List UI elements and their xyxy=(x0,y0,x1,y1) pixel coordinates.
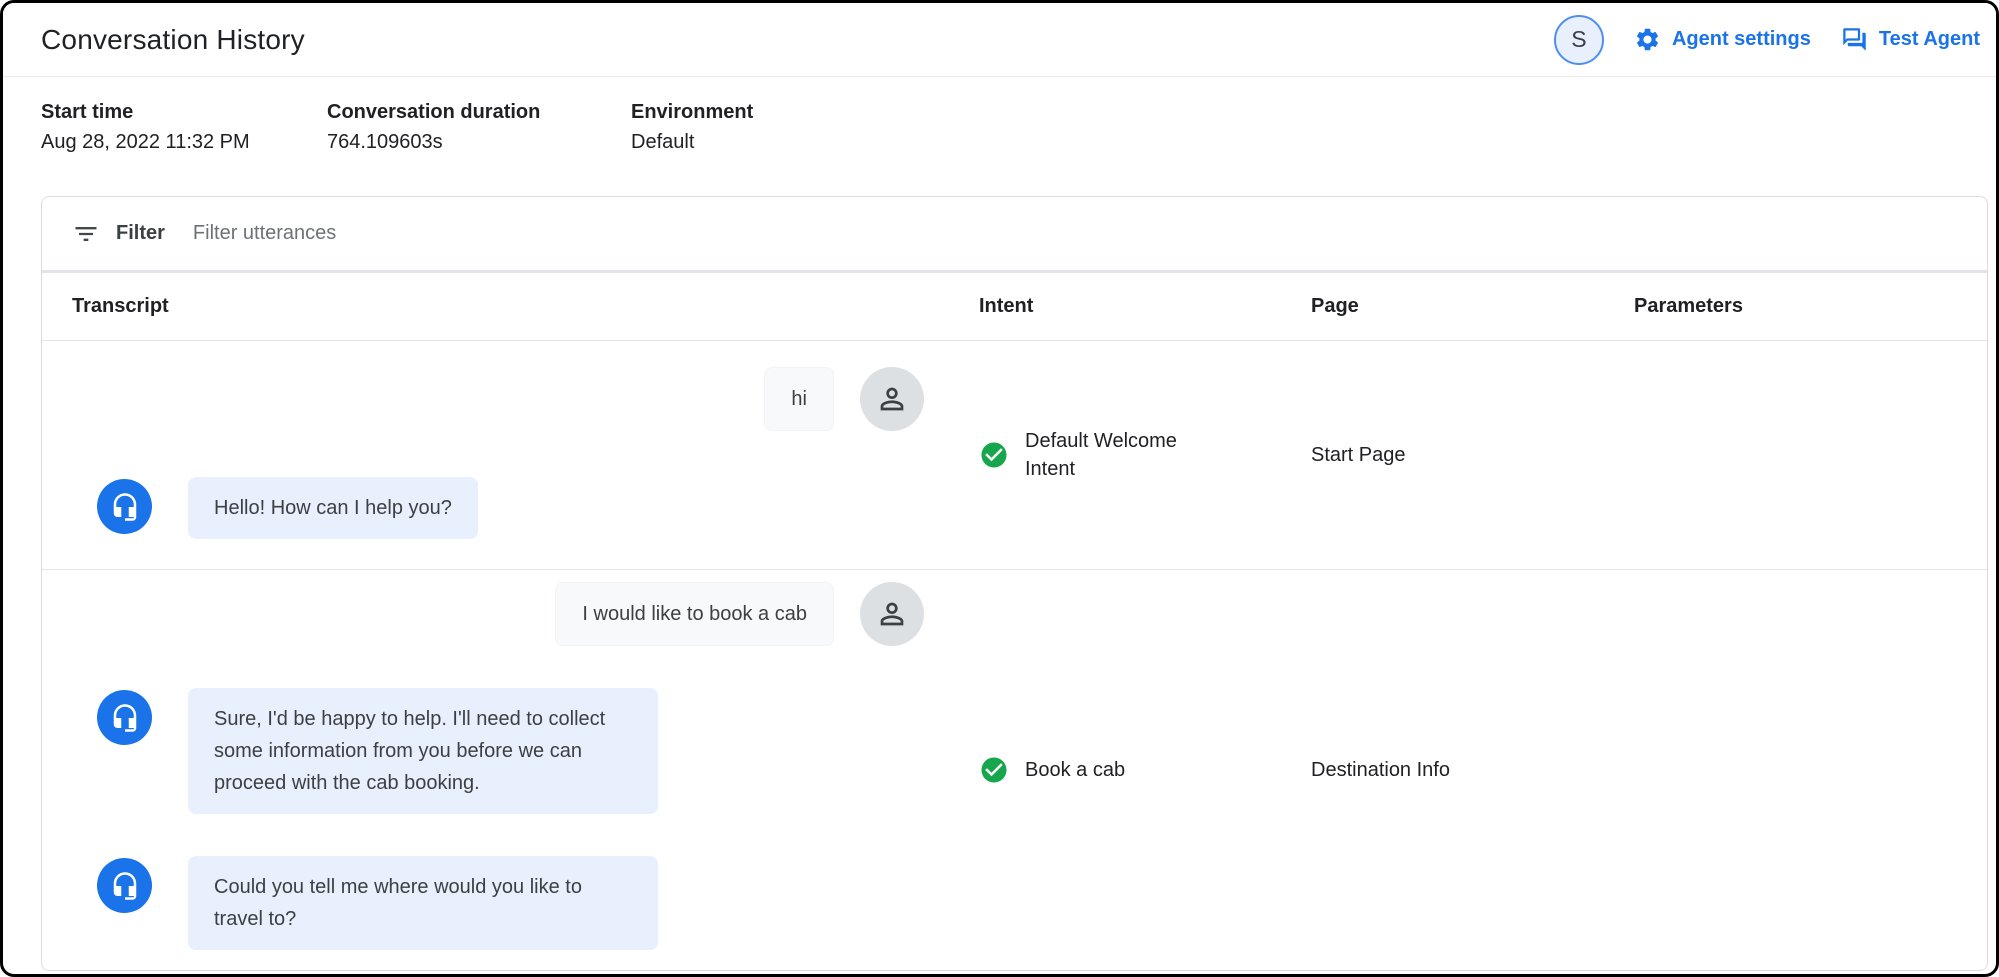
parameters-cell xyxy=(1634,570,1987,970)
meta-value: 764.109603s xyxy=(327,131,631,154)
agent-message-bubble: Sure, I'd be happy to help. I'll need to… xyxy=(188,688,658,814)
column-header-page: Page xyxy=(1311,295,1634,318)
table-header: Transcript Intent Page Parameters xyxy=(42,273,1987,341)
conversation-meta: Start time Aug 28, 2022 11:32 PM Convers… xyxy=(3,77,1996,196)
end-user-avatar xyxy=(860,582,924,646)
user-avatar-label: S xyxy=(1571,26,1586,53)
meta-environment: Environment Default xyxy=(631,101,753,196)
headset-icon xyxy=(110,703,140,733)
virtual-agent-avatar xyxy=(97,858,152,913)
meta-label: Conversation duration xyxy=(327,101,631,124)
meta-value: Default xyxy=(631,131,753,154)
header-actions: S Agent settings Test Agent xyxy=(1554,15,1980,65)
meta-label: Start time xyxy=(41,101,327,124)
user-message: hi xyxy=(72,367,924,431)
column-header-parameters: Parameters xyxy=(1634,295,1987,318)
meta-duration: Conversation duration 764.109603s xyxy=(327,101,631,196)
conversation-card: Filter Transcript Intent Page Parameters… xyxy=(41,196,1988,971)
agent-message-bubble: Hello! How can I help you? xyxy=(188,477,478,539)
filter-label: Filter xyxy=(116,222,165,245)
agent-message: Sure, I'd be happy to help. I'll need to… xyxy=(97,688,924,814)
app-header: Conversation History S Agent settings Te… xyxy=(3,3,1996,77)
page-cell: Destination Info xyxy=(1311,570,1634,970)
intent-label: Book a cab xyxy=(1025,756,1125,784)
meta-value: Aug 28, 2022 11:32 PM xyxy=(41,131,327,154)
meta-start-time: Start time Aug 28, 2022 11:32 PM xyxy=(41,101,327,196)
end-user-avatar xyxy=(860,367,924,431)
column-header-intent: Intent xyxy=(979,295,1311,318)
virtual-agent-avatar xyxy=(97,690,152,745)
check-circle-icon xyxy=(979,440,1009,470)
page-cell: Start Page xyxy=(1311,341,1634,569)
agent-message-bubble: Could you tell me where would you like t… xyxy=(188,856,658,950)
app-window: Conversation History S Agent settings Te… xyxy=(0,0,1999,977)
table-row: I would like to book a cab Sure, I'd be … xyxy=(42,570,1987,971)
filter-icon xyxy=(72,220,100,248)
agent-message: Could you tell me where would you like t… xyxy=(97,856,924,950)
user-avatar[interactable]: S xyxy=(1554,15,1604,65)
person-icon xyxy=(875,597,909,631)
gear-icon xyxy=(1634,26,1661,53)
user-message-bubble: I would like to book a cab xyxy=(555,582,834,646)
page-label: Start Page xyxy=(1311,444,1406,467)
meta-label: Environment xyxy=(631,101,753,124)
transcript-cell: hi Hello! How can I help you? xyxy=(42,341,979,569)
parameters-cell xyxy=(1634,341,1987,569)
person-icon xyxy=(875,382,909,416)
filter-bar: Filter xyxy=(42,197,1987,273)
intent-cell: Book a cab xyxy=(979,570,1311,970)
agent-settings-button[interactable]: Agent settings xyxy=(1634,26,1811,53)
chat-icon xyxy=(1841,26,1868,53)
test-agent-label: Test Agent xyxy=(1879,28,1980,51)
intent-cell: Default Welcome Intent xyxy=(979,341,1311,569)
table-row: hi Hello! How can I help you? xyxy=(42,341,1987,570)
virtual-agent-avatar xyxy=(97,479,152,534)
headset-icon xyxy=(110,871,140,901)
page-title: Conversation History xyxy=(41,24,305,56)
user-message: I would like to book a cab xyxy=(72,582,924,646)
test-agent-button[interactable]: Test Agent xyxy=(1841,26,1980,53)
agent-settings-label: Agent settings xyxy=(1672,28,1811,51)
check-circle-icon xyxy=(979,755,1009,785)
transcript-cell: I would like to book a cab Sure, I'd be … xyxy=(42,570,979,970)
agent-message: Hello! How can I help you? xyxy=(97,477,924,539)
headset-icon xyxy=(110,492,140,522)
user-message-bubble: hi xyxy=(764,367,834,431)
intent-label: Default Welcome Intent xyxy=(1025,427,1215,483)
page-label: Destination Info xyxy=(1311,759,1450,782)
column-header-transcript: Transcript xyxy=(42,295,979,318)
filter-input[interactable] xyxy=(191,221,1957,246)
